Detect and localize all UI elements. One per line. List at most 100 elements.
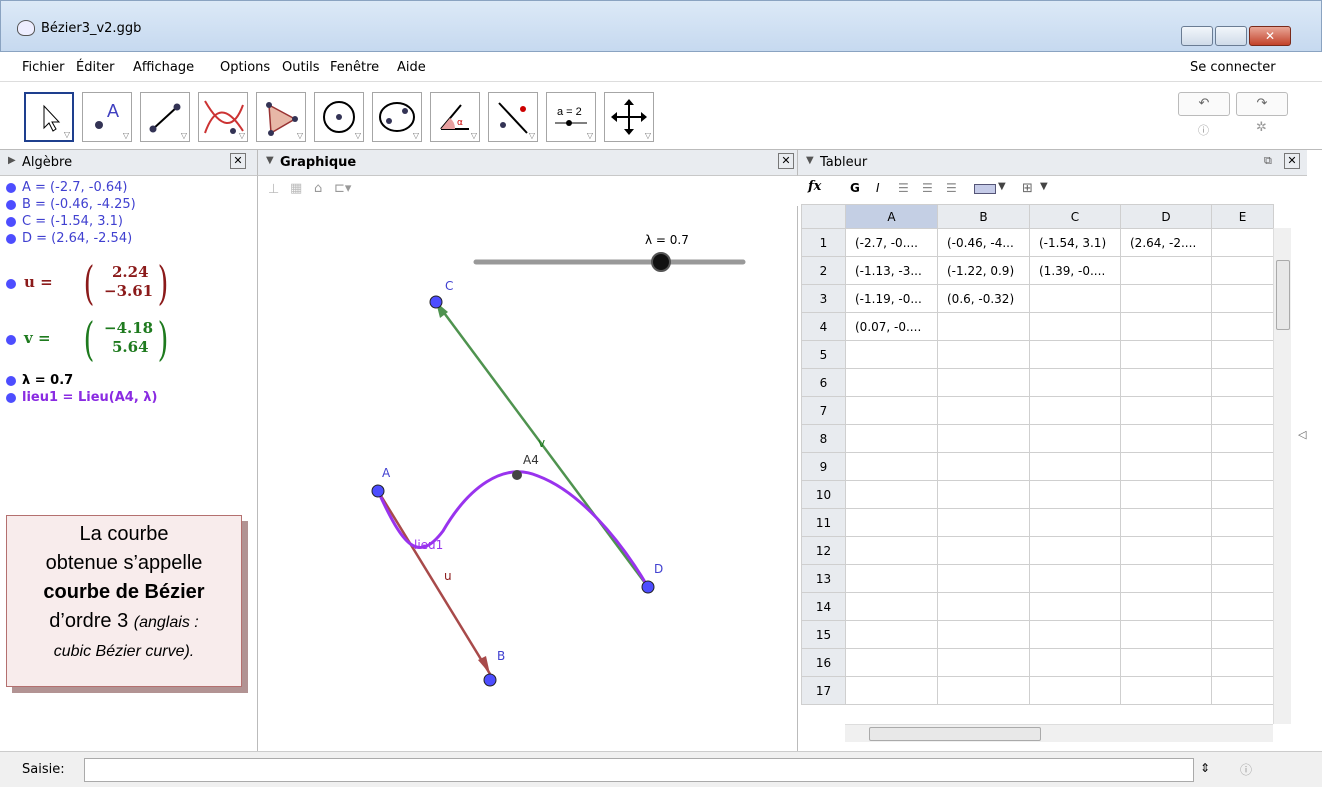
spreadsheet-cell[interactable]: (1.39, -0.... bbox=[1029, 256, 1121, 285]
spreadsheet-cell[interactable] bbox=[1211, 564, 1274, 593]
circle-tool[interactable]: ▽ bbox=[314, 92, 364, 142]
spreadsheet-cell[interactable] bbox=[1211, 648, 1274, 677]
spreadsheet-cell[interactable] bbox=[937, 620, 1030, 649]
spreadsheet-cell[interactable] bbox=[1029, 648, 1121, 677]
algebra-point-d[interactable]: D = (2.64, -2.54) bbox=[22, 231, 132, 246]
slider-tool[interactable]: a = 2 ▽ bbox=[546, 92, 596, 142]
visibility-dot-lieu[interactable] bbox=[6, 393, 16, 403]
spreadsheet-cell[interactable] bbox=[1120, 452, 1212, 481]
point-capture-icon[interactable]: ⊏▾ bbox=[334, 181, 351, 196]
spreadsheet-cell[interactable] bbox=[1211, 340, 1274, 369]
spreadsheet-cell[interactable] bbox=[1029, 536, 1121, 565]
spreadsheet-cell[interactable] bbox=[1211, 620, 1274, 649]
spreadsheet-cell[interactable] bbox=[937, 592, 1030, 621]
scroll-thumb[interactable] bbox=[1276, 260, 1290, 330]
spreadsheet-cell[interactable] bbox=[937, 340, 1030, 369]
conic-tool[interactable]: ▽ bbox=[372, 92, 422, 142]
spreadsheet-cell[interactable] bbox=[937, 312, 1030, 341]
vector-u[interactable] bbox=[376, 490, 492, 675]
spreadsheet-cell[interactable]: (-1.13, -3... bbox=[845, 256, 938, 285]
spreadsheet-cell[interactable] bbox=[937, 508, 1030, 537]
reflect-tool[interactable]: ▽ bbox=[488, 92, 538, 142]
bold-button[interactable]: G bbox=[850, 181, 860, 195]
spreadsheet-cell[interactable] bbox=[937, 424, 1030, 453]
row-header[interactable]: 12 bbox=[801, 536, 846, 565]
visibility-dot-v[interactable] bbox=[6, 335, 16, 345]
spreadsheet-cell[interactable] bbox=[1211, 256, 1274, 285]
visibility-dot-d[interactable] bbox=[6, 234, 16, 244]
spreadsheet-cell[interactable] bbox=[1120, 564, 1212, 593]
spreadsheet-cell[interactable] bbox=[845, 564, 938, 593]
vector-v-name[interactable]: v = bbox=[24, 329, 51, 347]
spreadsheet-cell[interactable] bbox=[937, 536, 1030, 565]
collapse-icon[interactable]: ▼ bbox=[806, 155, 814, 166]
horizontal-scrollbar[interactable] bbox=[845, 724, 1273, 742]
spreadsheet-cell[interactable] bbox=[937, 648, 1030, 677]
row-header[interactable]: 8 bbox=[801, 424, 846, 453]
spreadsheet-cell[interactable] bbox=[1029, 564, 1121, 593]
spreadsheet-cell[interactable] bbox=[1029, 480, 1121, 509]
row-header[interactable]: 13 bbox=[801, 564, 846, 593]
spreadsheet-cell[interactable] bbox=[1120, 620, 1212, 649]
spreadsheet-cell[interactable] bbox=[1120, 340, 1212, 369]
side-panel-toggle-icon[interactable]: ◁ bbox=[1298, 428, 1306, 441]
spreadsheet-cell[interactable] bbox=[1120, 592, 1212, 621]
spreadsheet-cell[interactable] bbox=[845, 648, 938, 677]
spreadsheet-cell[interactable] bbox=[1211, 312, 1274, 341]
row-header[interactable]: 2 bbox=[801, 256, 846, 285]
spreadsheet-cell[interactable] bbox=[845, 368, 938, 397]
spreadsheet-cell[interactable] bbox=[845, 424, 938, 453]
spreadsheet-cell[interactable] bbox=[1120, 676, 1212, 705]
input-field[interactable] bbox=[84, 758, 1194, 782]
slider-handle[interactable] bbox=[651, 252, 671, 272]
spreadsheet-cell[interactable] bbox=[1029, 424, 1121, 453]
row-header[interactable]: 9 bbox=[801, 452, 846, 481]
spreadsheet-cell[interactable] bbox=[937, 676, 1030, 705]
spreadsheet-cell[interactable] bbox=[1029, 620, 1121, 649]
spreadsheet-cell[interactable]: (0.6, -0.32) bbox=[937, 284, 1030, 313]
grid-icon[interactable]: ▦ bbox=[290, 181, 302, 196]
spreadsheet-cell[interactable] bbox=[1120, 368, 1212, 397]
spreadsheet-cell[interactable] bbox=[1211, 508, 1274, 537]
close-button[interactable]: ✕ bbox=[1249, 26, 1291, 46]
help-icon[interactable]: ⓘ bbox=[1240, 761, 1252, 778]
visibility-dot-a[interactable] bbox=[6, 183, 16, 193]
row-header[interactable]: 6 bbox=[801, 368, 846, 397]
spreadsheet-cell[interactable] bbox=[1029, 592, 1121, 621]
vertical-scrollbar[interactable] bbox=[1273, 228, 1291, 724]
point-d[interactable] bbox=[641, 580, 655, 594]
spreadsheet-cell[interactable] bbox=[1029, 312, 1121, 341]
visibility-dot-c[interactable] bbox=[6, 217, 16, 227]
bezier-locus-curve[interactable] bbox=[376, 470, 650, 588]
spreadsheet-cell[interactable] bbox=[1120, 536, 1212, 565]
collapse-icon[interactable]: ▼ bbox=[266, 155, 274, 166]
point-tool[interactable]: A ▽ bbox=[82, 92, 132, 142]
redo-button[interactable]: ↷ bbox=[1236, 92, 1288, 116]
spreadsheet-cell[interactable] bbox=[1211, 676, 1274, 705]
italic-button[interactable]: I bbox=[876, 181, 880, 195]
undo-button[interactable]: ↶ bbox=[1178, 92, 1230, 116]
spreadsheet-cell[interactable] bbox=[1120, 284, 1212, 313]
spreadsheet-cell[interactable] bbox=[1211, 536, 1274, 565]
row-header[interactable]: 7 bbox=[801, 396, 846, 425]
menu-aide[interactable]: Aide bbox=[397, 60, 426, 75]
minimize-button[interactable] bbox=[1181, 26, 1213, 46]
spreadsheet-cell[interactable]: (-1.19, -0... bbox=[845, 284, 938, 313]
spreadsheet-cell[interactable] bbox=[1029, 508, 1121, 537]
expand-icon[interactable]: ▶ bbox=[8, 155, 16, 166]
spreadsheet-cell[interactable]: (-2.7, -0.... bbox=[845, 228, 938, 257]
spreadsheet-cell[interactable] bbox=[937, 564, 1030, 593]
column-header-b[interactable]: B bbox=[937, 204, 1030, 229]
spreadsheet-cell[interactable]: (-1.54, 3.1) bbox=[1029, 228, 1121, 257]
point-a4[interactable] bbox=[512, 470, 522, 480]
menu-outils[interactable]: Outils bbox=[282, 60, 320, 75]
dropdown-icon[interactable]: ▼ bbox=[1040, 181, 1048, 192]
spreadsheet-cell[interactable] bbox=[1120, 480, 1212, 509]
algebra-point-b[interactable]: B = (-0.46, -4.25) bbox=[22, 197, 136, 212]
symbols-icon[interactable]: ⇕ bbox=[1200, 761, 1210, 775]
close-spreadsheet-button[interactable]: ✕ bbox=[1284, 153, 1300, 169]
spreadsheet-cell[interactable] bbox=[1211, 228, 1274, 257]
corner-cell[interactable] bbox=[801, 204, 846, 229]
spreadsheet-cell[interactable] bbox=[1120, 508, 1212, 537]
axes-icon[interactable]: ⊥ bbox=[268, 182, 279, 197]
